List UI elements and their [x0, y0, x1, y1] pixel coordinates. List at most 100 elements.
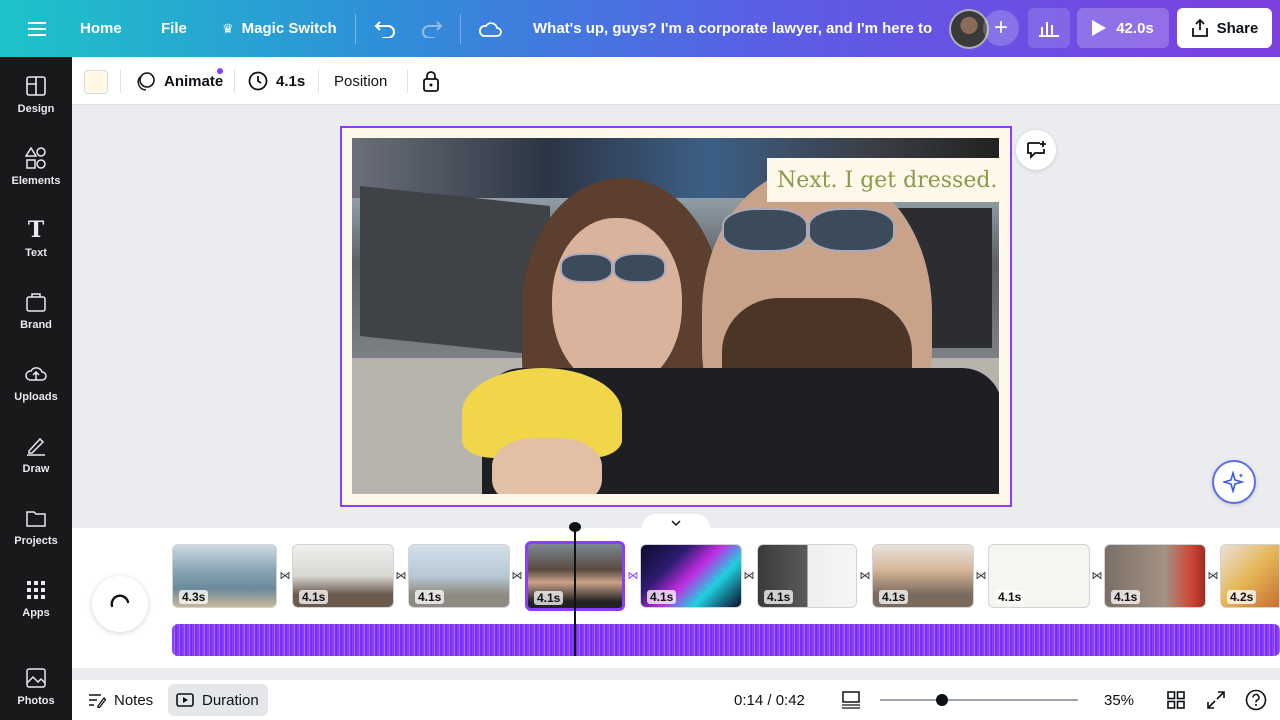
sidebar-item-text[interactable]: T Text [0, 209, 72, 269]
zoom-slider-track[interactable] [880, 699, 1078, 701]
sidebar-item-label: Text [25, 247, 47, 259]
divider [120, 69, 121, 93]
divider [234, 69, 235, 93]
spinner-icon [110, 594, 130, 608]
uploads-icon [25, 363, 47, 385]
collapse-timeline-button[interactable] [642, 514, 710, 532]
sidebar: Design Elements T Text Brand Uploads Dra… [0, 57, 72, 720]
scene-thumbnail[interactable]: 4.1s [408, 544, 510, 608]
transition-icon[interactable]: ⋈ [278, 568, 292, 582]
transition-icon[interactable]: ⋈ [1206, 568, 1220, 582]
help-icon[interactable] [1244, 688, 1268, 712]
scene-duration: 4.1s [534, 591, 564, 605]
scene-duration: 4.1s [1111, 590, 1141, 604]
sidebar-item-label: Photos [17, 695, 55, 707]
animate-label: Animate [164, 72, 224, 90]
animate-button[interactable]: Animate [136, 57, 223, 105]
timing-label: 4.1s [276, 72, 306, 90]
sidebar-item-projects[interactable]: Projects [0, 497, 72, 557]
bar-chart-icon [1039, 22, 1059, 37]
divider [407, 69, 408, 93]
clock-icon [248, 71, 268, 91]
home-link[interactable]: Home [80, 0, 122, 57]
undo-icon[interactable] [373, 0, 397, 57]
position-button[interactable]: Position [334, 57, 387, 105]
scene-thumbnail[interactable]: 4.2s [1220, 544, 1280, 608]
sidebar-item-label: Design [17, 103, 55, 115]
sidebar-item-label: Brand [20, 319, 52, 331]
scene-thumbnail[interactable]: 4.1s [757, 544, 857, 608]
scene-duration: 4.3s [179, 590, 209, 604]
caption-text[interactable]: Next. I get dressed. [767, 158, 1008, 202]
text-icon: T [27, 217, 45, 243]
lock-button[interactable] [422, 57, 440, 105]
sidebar-item-draw[interactable]: Draw [0, 425, 72, 485]
timing-button[interactable]: 4.1s [248, 57, 305, 105]
sidebar-item-label: Apps [22, 607, 50, 619]
scene-thumbnail[interactable]: 4.1s [988, 544, 1090, 608]
insights-button[interactable] [1028, 8, 1070, 48]
add-comment-button[interactable] [1016, 130, 1056, 170]
scene-thumbnail[interactable]: 4.3s [172, 544, 277, 608]
fullscreen-icon[interactable] [1204, 688, 1228, 712]
sidebar-item-brand[interactable]: Brand [0, 281, 72, 341]
sidebar-item-apps[interactable]: Apps [0, 569, 72, 629]
redo-icon[interactable] [420, 0, 444, 57]
zoom-level[interactable]: 35% [1104, 684, 1134, 716]
apps-icon [25, 579, 47, 601]
zoom-slider-handle[interactable] [935, 694, 948, 706]
divider [355, 14, 356, 44]
playhead[interactable] [574, 528, 576, 656]
scene-thumbnail[interactable]: 4.1s [640, 544, 742, 608]
scene-thumbnail[interactable]: 4.1s [872, 544, 974, 608]
scene-thumbnail[interactable]: 4.1s [1104, 544, 1206, 608]
play-duration: 42.0s [1116, 19, 1154, 37]
divider [318, 69, 319, 93]
sidebar-item-photos[interactable]: Photos [0, 657, 72, 717]
add-collaborator-button[interactable]: + [983, 10, 1019, 46]
divider [460, 14, 461, 44]
sidebar-item-label: Projects [14, 535, 58, 547]
sidebar-item-label: Draw [22, 463, 50, 475]
magic-switch-button[interactable]: ♛ Magic Switch [222, 0, 337, 57]
sidebar-item-design[interactable]: Design [0, 65, 72, 125]
play-button[interactable]: 42.0s [1077, 8, 1169, 48]
transition-icon[interactable]: ⋈ [858, 568, 872, 582]
transition-icon[interactable]: ⋈ [510, 568, 524, 582]
scene-duration: 4.1s [299, 590, 329, 604]
notes-icon [89, 694, 106, 708]
scene-duration: 4.1s [879, 590, 909, 604]
plus-icon: + [993, 14, 1008, 41]
loading-spinner [92, 576, 148, 632]
scene-duration: 4.1s [995, 590, 1025, 604]
scene-thumbnail[interactable]: 4.1s [292, 544, 394, 608]
cloud-sync-icon[interactable] [477, 0, 503, 57]
duration-label: Duration [202, 691, 259, 709]
sidebar-item-label: Elements [11, 175, 61, 187]
duration-button[interactable]: Duration [176, 684, 259, 716]
audio-track[interactable] [172, 624, 1280, 656]
sidebar-item-label: Uploads [14, 391, 58, 403]
grid-view-icon[interactable] [1164, 688, 1188, 712]
file-menu[interactable]: File [161, 0, 187, 57]
context-toolbar: Animate 4.1s Position [72, 57, 1280, 105]
transition-icon[interactable]: ⋈ [626, 568, 640, 582]
transition-icon[interactable]: ⋈ [742, 568, 756, 582]
share-button[interactable]: Share [1177, 8, 1272, 48]
video-play-icon [176, 693, 194, 707]
sidebar-item-elements[interactable]: Elements [0, 137, 72, 197]
playhead-handle[interactable] [569, 522, 581, 532]
page-view-icon[interactable] [839, 688, 863, 712]
time-display: 0:14 / 0:42 [734, 691, 805, 709]
transition-icon[interactable]: ⋈ [394, 568, 408, 582]
notes-button[interactable]: Notes [88, 684, 153, 716]
hamburger-icon[interactable] [22, 0, 52, 57]
magic-switch-label: Magic Switch [241, 20, 337, 37]
magic-assistant-button[interactable] [1212, 460, 1256, 504]
scene-duration: 4.1s [764, 590, 794, 604]
background-color-swatch[interactable] [84, 70, 108, 94]
document-title[interactable]: What's up, guys? I'm a corporate lawyer,… [533, 0, 933, 57]
sidebar-item-uploads[interactable]: Uploads [0, 353, 72, 413]
transition-icon[interactable]: ⋈ [1090, 568, 1104, 582]
transition-icon[interactable]: ⋈ [974, 568, 988, 582]
